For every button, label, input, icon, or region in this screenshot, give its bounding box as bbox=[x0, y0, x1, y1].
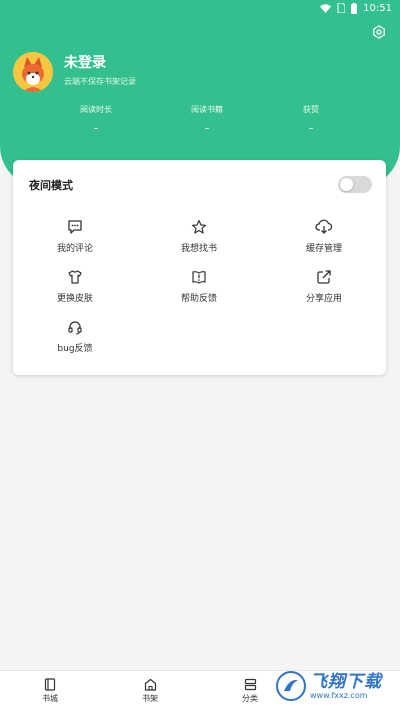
watermark-title: 飞翔下载 bbox=[310, 671, 382, 692]
nav-label: 书架 bbox=[142, 694, 158, 703]
username[interactable]: 未登录 bbox=[64, 52, 106, 72]
share-icon bbox=[274, 268, 374, 286]
menu-bug-feedback[interactable]: bug反馈 bbox=[25, 318, 125, 358]
night-mode-label: 夜间模式 bbox=[29, 179, 73, 192]
menu-help-feedback[interactable]: 帮助反馈 bbox=[149, 268, 249, 308]
menu-label: 分享应用 bbox=[305, 294, 342, 304]
help-book-icon bbox=[149, 268, 249, 286]
cloud-download-icon bbox=[274, 218, 374, 236]
menu-share-app[interactable]: 分享应用 bbox=[274, 268, 374, 308]
toggle-knob bbox=[340, 178, 353, 191]
settings-card: 夜间模式 我的评论 我想找书 缓存管理 更换皮肤 帮助反馈 分享应用 bug反馈 bbox=[13, 160, 386, 375]
bookshelf-icon bbox=[120, 677, 180, 691]
wifi-icon bbox=[320, 3, 332, 13]
settings-button[interactable] bbox=[370, 24, 388, 42]
nav-category[interactable]: 分类 bbox=[220, 677, 280, 704]
watermark-url: www.fxxz.com bbox=[310, 690, 368, 700]
stat-label: 阅读书籍 bbox=[191, 105, 223, 114]
menu-change-skin[interactable]: 更换皮肤 bbox=[25, 268, 125, 308]
login-hint: 云端不保存书架记录 bbox=[64, 77, 136, 86]
stat-likes: 获赞 - bbox=[271, 104, 351, 135]
headset-icon bbox=[25, 318, 125, 336]
comment-icon bbox=[25, 218, 125, 236]
menu-label: 更换皮肤 bbox=[56, 294, 93, 304]
settings-icon bbox=[372, 24, 386, 43]
status-bar: 10:51 bbox=[0, 0, 400, 16]
night-mode-toggle[interactable] bbox=[338, 176, 372, 193]
menu-find-book[interactable]: 我想找书 bbox=[149, 218, 249, 258]
nav-label: 分类 bbox=[242, 694, 258, 703]
menu-label: 我的评论 bbox=[56, 244, 93, 254]
menu-label: 缓存管理 bbox=[305, 244, 342, 254]
battery-icon bbox=[351, 2, 358, 14]
stat-reading-time: 阅读时长 - bbox=[56, 104, 136, 135]
menu-cache-management[interactable]: 缓存管理 bbox=[274, 218, 374, 258]
stat-label: 获赞 bbox=[303, 105, 319, 114]
shirt-icon bbox=[25, 268, 125, 286]
menu-label: 帮助反馈 bbox=[180, 294, 217, 304]
stat-books-read: 阅读书籍 - bbox=[167, 104, 247, 135]
menu-label: 我想找书 bbox=[180, 244, 217, 254]
category-icon bbox=[220, 677, 280, 691]
menu-my-comments[interactable]: 我的评论 bbox=[25, 218, 125, 258]
stat-value: - bbox=[93, 121, 99, 135]
bookstore-icon bbox=[20, 677, 80, 691]
watermark: 飞翔下载 www.fxxz.com bbox=[276, 666, 396, 706]
nav-bookstore[interactable]: 书城 bbox=[20, 677, 80, 704]
stat-value: - bbox=[204, 121, 210, 135]
watermark-text: 飞翔下载 www.fxxz.com bbox=[310, 673, 382, 700]
watermark-logo-icon bbox=[276, 671, 306, 701]
fox-avatar-icon bbox=[13, 52, 53, 92]
star-icon bbox=[149, 218, 249, 236]
nav-label: 书城 bbox=[42, 694, 58, 703]
menu-label: bug反馈 bbox=[57, 344, 93, 354]
status-time: 10:51 bbox=[363, 2, 392, 14]
stat-label: 阅读时长 bbox=[80, 105, 112, 114]
avatar[interactable] bbox=[13, 52, 53, 92]
nav-bookshelf[interactable]: 书架 bbox=[120, 677, 180, 704]
night-mode-row: 夜间模式 bbox=[29, 176, 372, 196]
sim-icon bbox=[337, 3, 346, 13]
stat-value: - bbox=[308, 121, 314, 135]
